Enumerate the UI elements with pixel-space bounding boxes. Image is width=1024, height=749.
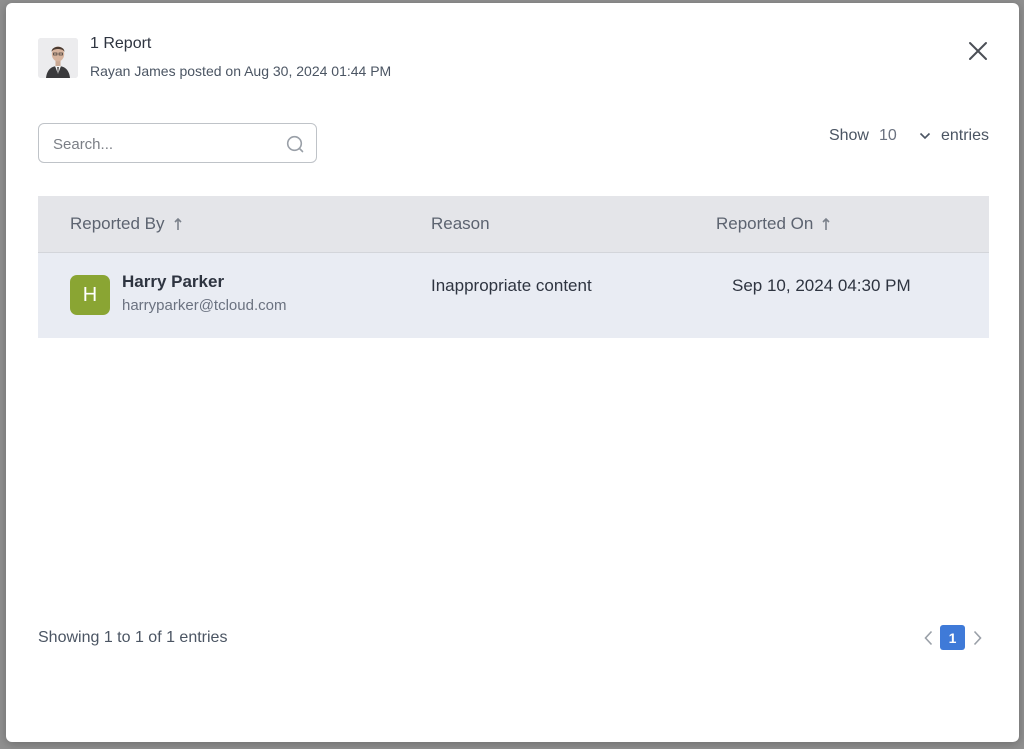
report-modal: 1 Report Rayan James posted on Aug 30, 2…	[6, 3, 1019, 742]
entries-selector: Show 10 entries	[829, 127, 989, 145]
entries-select[interactable]: 10	[879, 127, 931, 145]
reporter-avatar: H	[70, 275, 110, 315]
table-header: Reported By Reason Reported On	[38, 196, 989, 253]
report-count-title: 1 Report	[90, 35, 152, 52]
page-button-current[interactable]: 1	[940, 625, 965, 650]
sort-arrow-icon	[173, 217, 182, 230]
column-reason: Reason	[431, 214, 490, 234]
pagination: 1	[918, 625, 987, 650]
next-page-button[interactable]	[967, 626, 987, 650]
column-reported-by[interactable]: Reported By	[70, 214, 183, 234]
poster-avatar	[38, 38, 78, 78]
entries-value: 10	[878, 127, 897, 144]
report-date: Sep 10, 2024 04:30 PM	[732, 276, 911, 295]
reporter-email: harryparker@tcloud.com	[122, 297, 287, 314]
close-icon	[969, 42, 987, 60]
search-icon[interactable]	[285, 134, 305, 154]
column-reported-on[interactable]: Reported On	[716, 214, 831, 234]
chevron-left-icon	[923, 630, 932, 645]
search-box	[38, 123, 317, 163]
post-meta: Rayan James posted on Aug 30, 2024 01:44…	[90, 63, 392, 79]
chevron-right-icon	[973, 630, 982, 645]
column-label: Reported On	[716, 214, 814, 233]
report-reason: Inappropriate content	[431, 276, 592, 295]
column-label: Reported By	[70, 214, 165, 233]
entries-suffix: entries	[940, 127, 989, 144]
chevron-down-icon	[919, 132, 931, 140]
close-button[interactable]	[964, 37, 992, 65]
column-label: Reason	[431, 214, 490, 233]
table-row[interactable]: H Harry Parker harryparker@tcloud.com In…	[38, 253, 989, 338]
reports-table: Reported By Reason Reported On H Harry P…	[38, 196, 989, 338]
prev-page-button[interactable]	[918, 626, 938, 650]
reporter-name: Harry Parker	[122, 272, 225, 291]
pagination-info: Showing 1 to 1 of 1 entries	[38, 629, 228, 646]
sort-arrow-icon	[822, 217, 830, 230]
search-input[interactable]	[53, 133, 273, 155]
show-label: Show	[828, 127, 869, 144]
